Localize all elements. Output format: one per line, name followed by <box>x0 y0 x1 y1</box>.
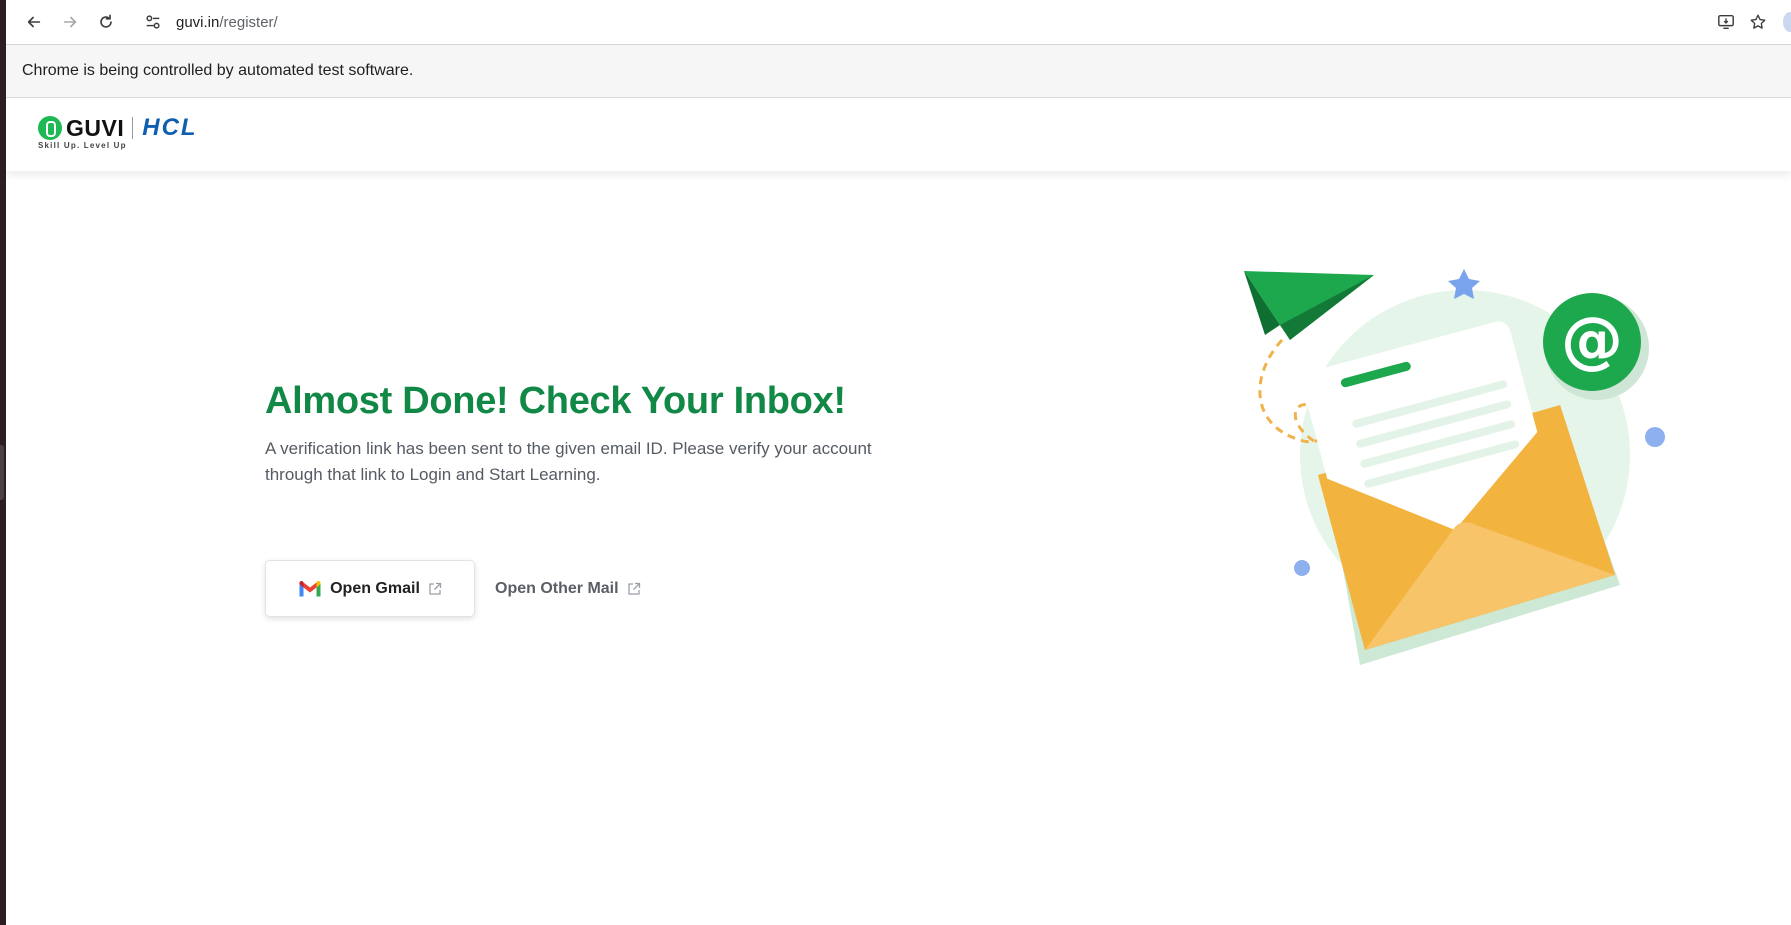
open-gmail-button[interactable]: Open Gmail <box>265 560 475 617</box>
gmail-icon <box>299 580 321 596</box>
guvi-hcl-logo[interactable]: GUVI HCL <box>38 114 198 142</box>
profile-avatar[interactable] <box>1783 12 1791 32</box>
site-settings-icon[interactable] <box>144 13 162 31</box>
infobar-text: Chrome is being controlled by automated … <box>22 62 414 79</box>
reload-icon <box>100 14 112 28</box>
forward-arrow-icon <box>63 16 77 28</box>
address-bar[interactable]: guvi.in/register/ <box>132 4 1692 40</box>
logo-hcl-text: HCL <box>142 114 198 141</box>
external-link-icon <box>627 582 640 595</box>
decor-dot-left <box>1294 560 1310 576</box>
url-host: guvi.in <box>176 13 220 31</box>
bookmark-star-icon[interactable] <box>1749 13 1767 31</box>
back-button[interactable] <box>16 4 52 40</box>
external-link-icon <box>429 582 442 595</box>
forward-button[interactable] <box>52 4 88 40</box>
email-sent-illustration: @ <box>1244 269 1665 665</box>
toolbar-actions <box>1717 13 1767 31</box>
page-title: Almost Done! Check Your Inbox! <box>265 380 846 422</box>
logo-tagline: Skill Up. Level Up <box>38 141 127 150</box>
back-arrow-icon <box>27 16 41 28</box>
automation-infobar: Chrome is being controlled by automated … <box>6 45 1791 98</box>
browser-toolbar: guvi.in/register/ <box>6 0 1791 45</box>
desktop-dock-handle[interactable] <box>0 445 4 500</box>
verification-message: A verification link has been sent to the… <box>265 439 872 484</box>
reload-button[interactable] <box>88 4 124 40</box>
decor-dot-right <box>1645 427 1665 447</box>
logo-guvi-text: GUVI <box>66 114 125 141</box>
install-app-icon[interactable] <box>1717 13 1735 31</box>
open-other-mail-button[interactable]: Open Other Mail <box>495 560 641 617</box>
screen: guvi.in/register/ Chrome is being contro… <box>0 0 1791 925</box>
at-sign-icon: @ <box>1561 303 1623 376</box>
guvi-logo-mark-icon <box>38 116 62 140</box>
open-other-mail-label: Open Other Mail <box>495 579 619 597</box>
open-gmail-label: Open Gmail <box>330 579 420 597</box>
logo-divider <box>132 117 134 139</box>
url-path: /register/ <box>219 13 278 31</box>
site-header: GUVI HCL Skill Up. Level Up <box>6 98 1791 171</box>
